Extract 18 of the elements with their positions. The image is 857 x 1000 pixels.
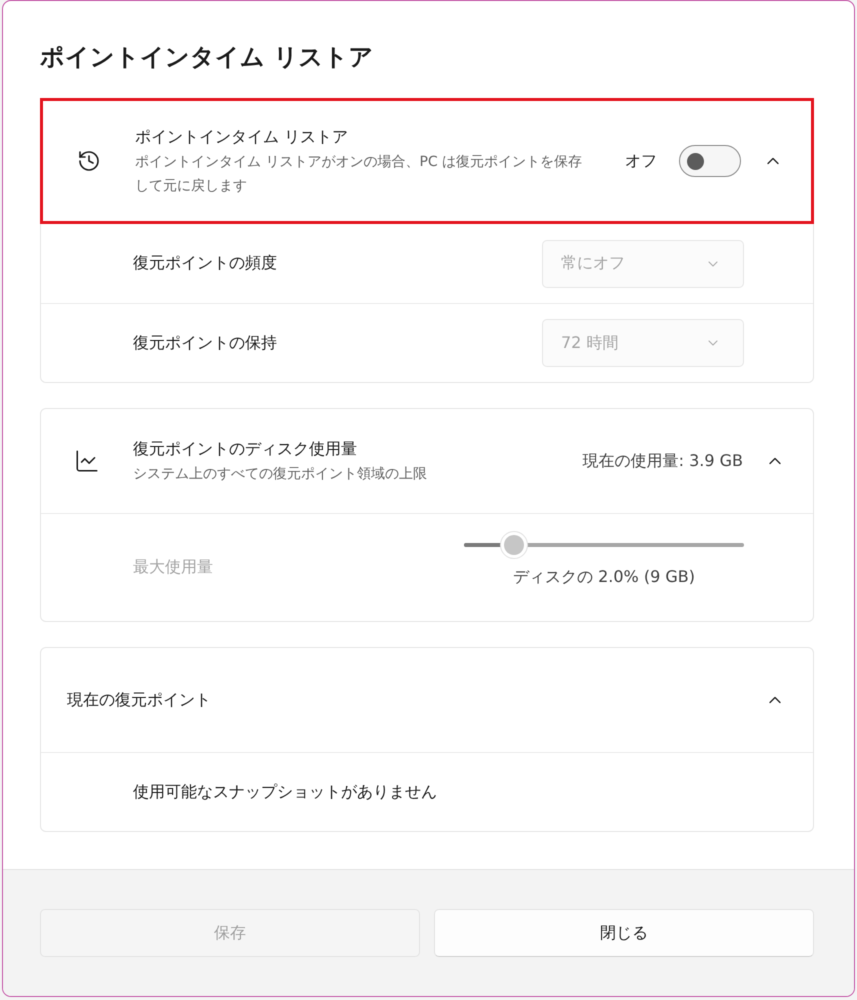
close-button[interactable]: 閉じる [434,909,814,957]
slider-track[interactable] [464,531,744,559]
dialog-title: ポイントインタイム リストア [40,42,374,73]
empty-state-text: 使用可能なスナップショットがありません [133,782,437,802]
card-title: ポイントインタイム リストア [135,126,350,148]
toggle-switch[interactable] [679,145,741,177]
card-description: ポイントインタイム リストアがオンの場合、PC は復元ポイントを保存して元に戻します [135,153,584,196]
line-chart-icon [74,448,100,474]
setting-label: 復元ポイントの頻度 [133,253,278,274]
current-usage-text: 現在の使用量: 3.9 GB [582,450,743,472]
card-description: システム上のすべての復元ポイント領域の上限 [133,465,428,484]
setting-label: 最大使用量 [133,557,214,578]
card-title: 復元ポイントのディスク使用量 [133,438,358,460]
toggle-state-label: オフ [625,150,657,172]
history-icon [77,149,101,173]
slider-value-text: ディスクの 2.0% (9 GB) [513,567,695,588]
setting-label: 復元ポイントの保持 [133,332,278,354]
card-title: 現在の復元ポイント [67,689,212,711]
